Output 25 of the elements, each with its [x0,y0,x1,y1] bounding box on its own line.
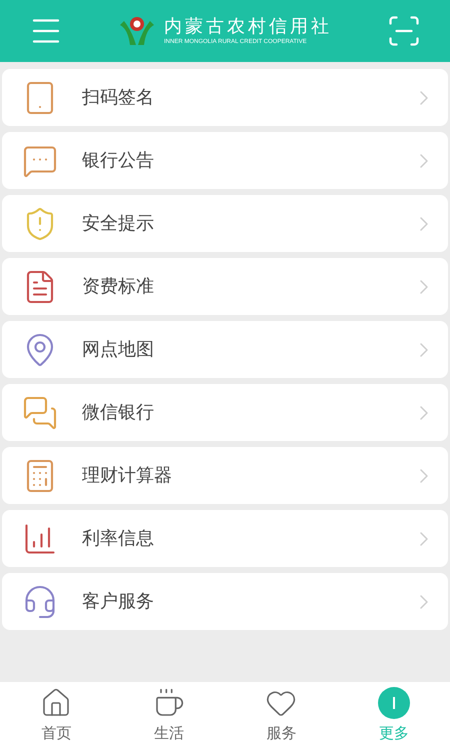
menu-label: 微信银行 [82,401,155,424]
menu-item[interactable]: 资费标准 [2,258,448,315]
logo-icon [118,15,156,47]
menu-label: 资费标准 [82,275,155,298]
menu-item[interactable]: 理财计算器 [2,447,448,504]
menu-label: 扫码签名 [82,86,155,109]
chat-icon [22,394,58,430]
tab-item[interactable]: 生活 [112,682,225,750]
menu-item[interactable]: 网点地图 [2,321,448,378]
tab-item[interactable]: 首页 [0,682,112,750]
tab-item[interactable]: 服务 [225,682,338,750]
menu-item[interactable]: 客户服务 [2,573,448,630]
menu-item[interactable]: 微信银行 [2,384,448,441]
menu-item[interactable]: 安全提示 [2,195,448,252]
menu-label: 利率信息 [82,527,155,550]
bank-name: 内蒙古农村信用社 [164,16,332,38]
menu-label: 网点地图 [82,338,155,361]
menu-label: 银行公告 [82,149,155,172]
more-icon [378,686,410,719]
menu-item[interactable]: 银行公告 [2,132,448,189]
menu-label: 客户服务 [82,590,155,613]
menu-item[interactable]: 扫码签名 [2,69,448,126]
menu-item[interactable]: 利率信息 [2,510,448,567]
menu-label: 安全提示 [82,212,155,235]
menu-label: 理财计算器 [82,464,173,487]
